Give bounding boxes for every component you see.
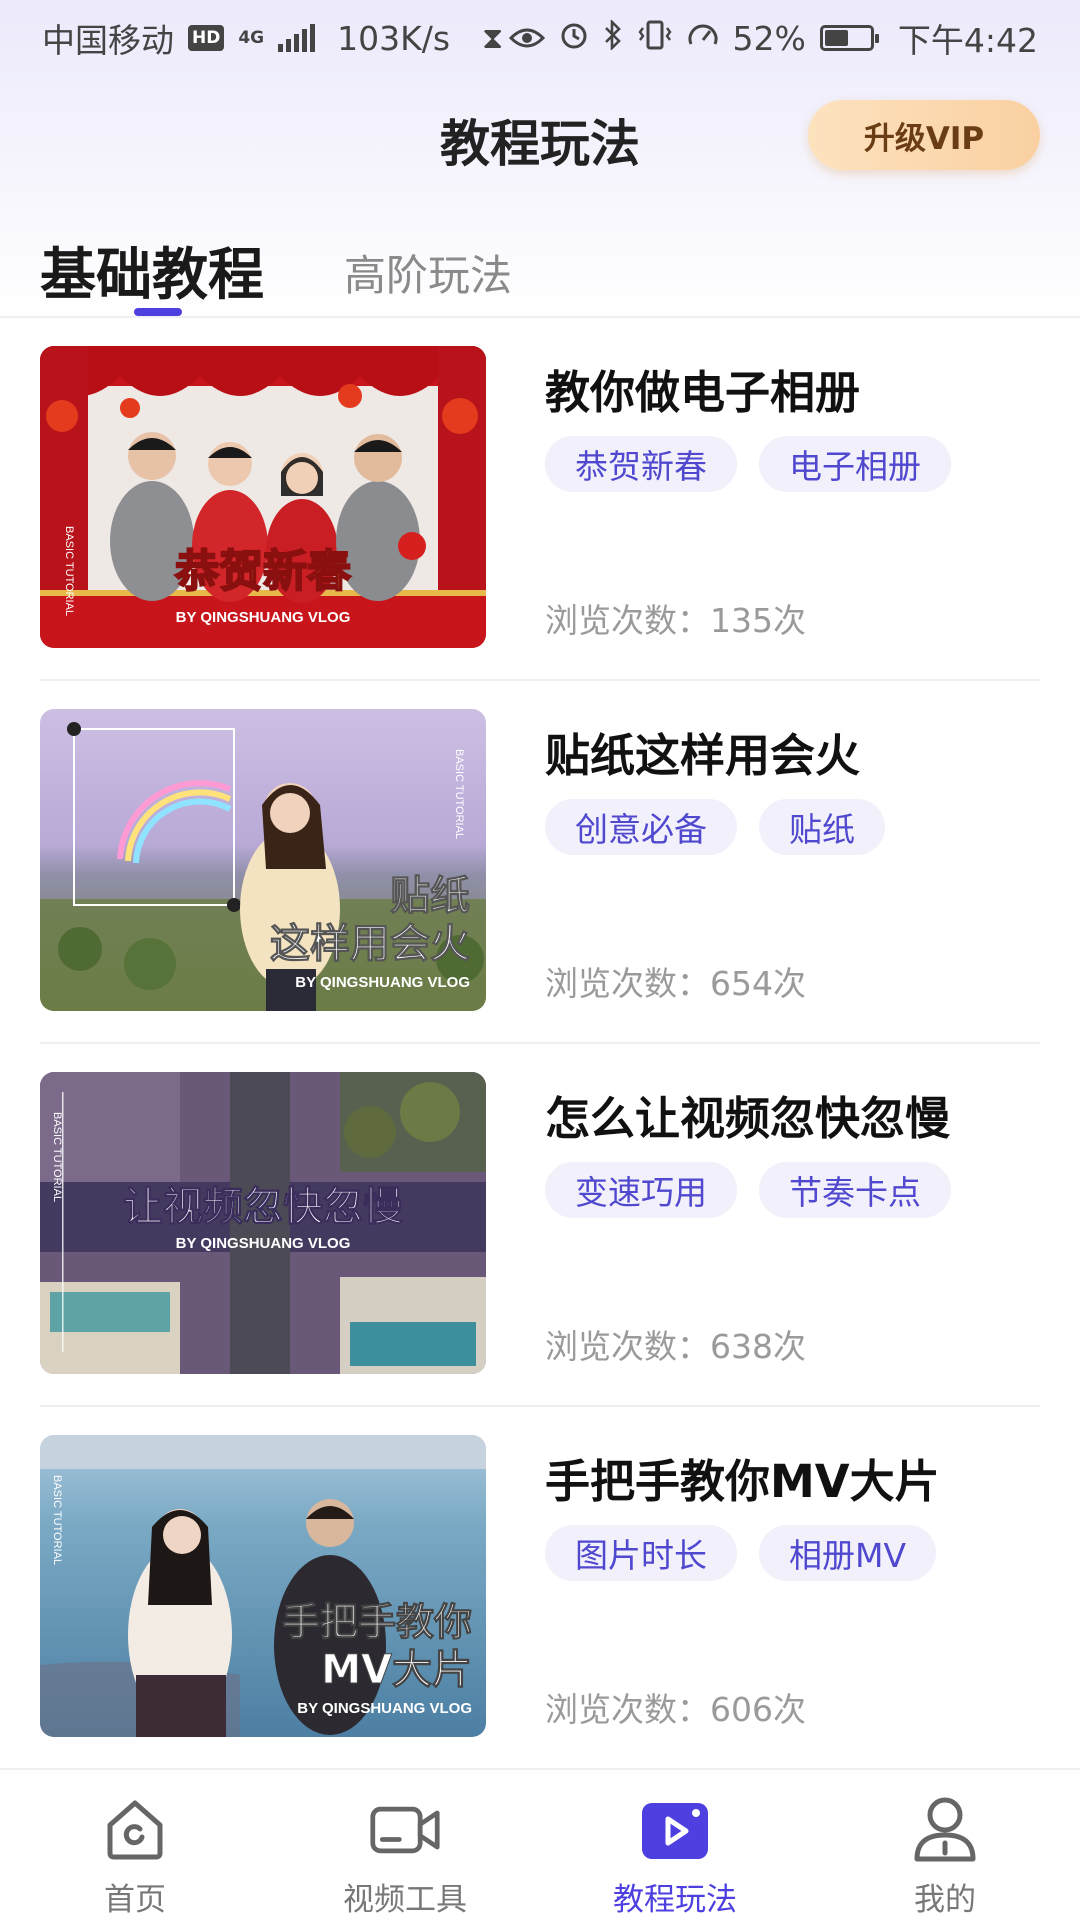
thumb-caption-line2: MV大片: [321, 1647, 472, 1693]
tag-chip[interactable]: 电子相册: [759, 436, 951, 492]
tag-chip[interactable]: 节奏卡点: [759, 1162, 951, 1218]
status-right: 52% 下午4:42: [508, 14, 1038, 62]
video-camera-icon: [369, 1794, 441, 1866]
nav-label: 教程玩法: [613, 1882, 737, 1918]
nav-label: 首页: [104, 1882, 166, 1918]
tab-bar: 基础教程 高阶玩法: [0, 220, 1080, 316]
thumb-byline: BY QINGSHUANG VLOG: [176, 1235, 351, 1252]
play-tutorial-icon: [639, 1794, 711, 1866]
tag-chip[interactable]: 贴纸: [759, 799, 885, 855]
tab-advanced-play[interactable]: 高阶玩法: [344, 242, 512, 303]
upgrade-vip-button[interactable]: 升级VIP: [808, 100, 1040, 170]
speedometer-icon: [687, 19, 719, 58]
thumb-caption: 让视频忽快忽慢: [123, 1184, 403, 1230]
tag-list: 创意必备 贴纸: [545, 799, 885, 855]
tutorial-card[interactable]: BASIC TUTORIAL 贴纸 这样用会火 BY QINGSHUANG VL…: [0, 681, 1080, 1044]
tutorial-thumbnail[interactable]: BASIC TUTORIAL 手把手教你 MV大片 BY QINGSHUANG …: [40, 1435, 486, 1737]
nav-tutorials[interactable]: 教程玩法: [540, 1770, 810, 1920]
hourglass-icon: ⧗: [482, 20, 504, 56]
vibrate-icon: [637, 19, 673, 58]
battery-percent: 52%: [732, 18, 806, 58]
thumb-side-label: BASIC TUTORIAL: [63, 526, 75, 616]
thumb-caption: 手把手教你: [282, 1600, 472, 1644]
status-bar: 中国移动 HD 4G 103K/s ⧗ 52% 下午4:42: [0, 0, 1080, 76]
thumb-byline: BY QINGSHUANG VLOG: [295, 974, 470, 991]
view-count: 浏览次数：135次: [545, 601, 806, 640]
battery-icon: [819, 25, 879, 51]
view-count: 浏览次数：606次: [545, 1690, 806, 1729]
tutorial-card[interactable]: BASIC TUTORIAL 让视频忽快忽慢 BY QINGSHUANG VLO…: [0, 1044, 1080, 1407]
profile-icon: [909, 1794, 981, 1866]
nav-profile[interactable]: 我的: [810, 1770, 1080, 1920]
tag-chip[interactable]: 图片时长: [545, 1525, 737, 1581]
view-count: 浏览次数：654次: [545, 964, 806, 1003]
eye-icon: [508, 19, 545, 58]
thumb-side-label: BASIC TUTORIAL: [51, 1112, 63, 1202]
tutorial-thumbnail[interactable]: BASIC TUTORIAL 让视频忽快忽慢 BY QINGSHUANG VLO…: [40, 1072, 486, 1374]
tutorial-title: 教你做电子相册: [545, 366, 861, 419]
tag-list: 图片时长 相册MV: [545, 1525, 937, 1581]
thumb-byline: BY QINGSHUANG VLOG: [297, 1700, 472, 1717]
tag-list: 变速巧用 节奏卡点: [545, 1162, 951, 1218]
tag-list: 恭贺新春 电子相册: [545, 436, 951, 492]
carrier-label: 中国移动: [42, 21, 174, 60]
view-count: 浏览次数：638次: [545, 1327, 806, 1366]
tutorial-title: 怎么让视频忽快忽慢: [545, 1092, 951, 1145]
tab-basic-tutorial[interactable]: 基础教程: [40, 230, 264, 311]
status-left: 中国移动 HD 4G 103K/s ⧗: [42, 14, 503, 62]
hd-badge: HD: [188, 25, 225, 51]
tutorial-card[interactable]: BASIC TUTORIAL 恭贺新春 BY QINGSHUANG VLOG 教…: [0, 318, 1080, 681]
nav-label: 视频工具: [343, 1882, 467, 1918]
tutorial-card[interactable]: BASIC TUTORIAL 手把手教你 MV大片 BY QINGSHUANG …: [0, 1407, 1080, 1770]
tag-chip[interactable]: 相册MV: [759, 1525, 937, 1581]
active-tab-indicator: [134, 308, 182, 316]
bluetooth-icon: [603, 18, 623, 58]
nav-video-tools[interactable]: 视频工具: [270, 1770, 540, 1920]
thumb-caption: 恭贺新春: [174, 546, 351, 597]
network-speed: 103K/s: [337, 18, 451, 58]
title-bar: 教程玩法 升级VIP: [0, 80, 1080, 190]
alarm-icon: [559, 19, 589, 58]
thumb-byline: BY QINGSHUANG VLOG: [176, 609, 351, 626]
tag-chip[interactable]: 变速巧用: [545, 1162, 737, 1218]
tutorial-thumbnail[interactable]: BASIC TUTORIAL 恭贺新春 BY QINGSHUANG VLOG: [40, 346, 486, 648]
tag-chip[interactable]: 恭贺新春: [545, 436, 737, 492]
signal-icon: [278, 24, 316, 52]
thumb-side-label: BASIC TUTORIAL: [453, 749, 465, 839]
tutorial-thumbnail[interactable]: BASIC TUTORIAL 贴纸 这样用会火 BY QINGSHUANG VL…: [40, 709, 486, 1011]
tutorial-title: 手把手教你MV大片: [545, 1455, 940, 1508]
thumb-caption-line2: 这样用会火: [270, 921, 470, 967]
nav-home[interactable]: 首页: [0, 1770, 270, 1920]
network-type: 4G: [238, 27, 265, 48]
home-icon: [99, 1794, 171, 1866]
thumb-side-label: BASIC TUTORIAL: [51, 1475, 63, 1565]
tag-chip[interactable]: 创意必备: [545, 799, 737, 855]
clock-time: 下午4:42: [897, 21, 1038, 60]
tutorial-title: 贴纸这样用会火: [545, 729, 861, 782]
thumb-caption: 贴纸: [390, 873, 470, 919]
bottom-navigation: 首页 视频工具 教程玩法 我的: [0, 1768, 1080, 1920]
nav-label: 我的: [914, 1882, 976, 1918]
